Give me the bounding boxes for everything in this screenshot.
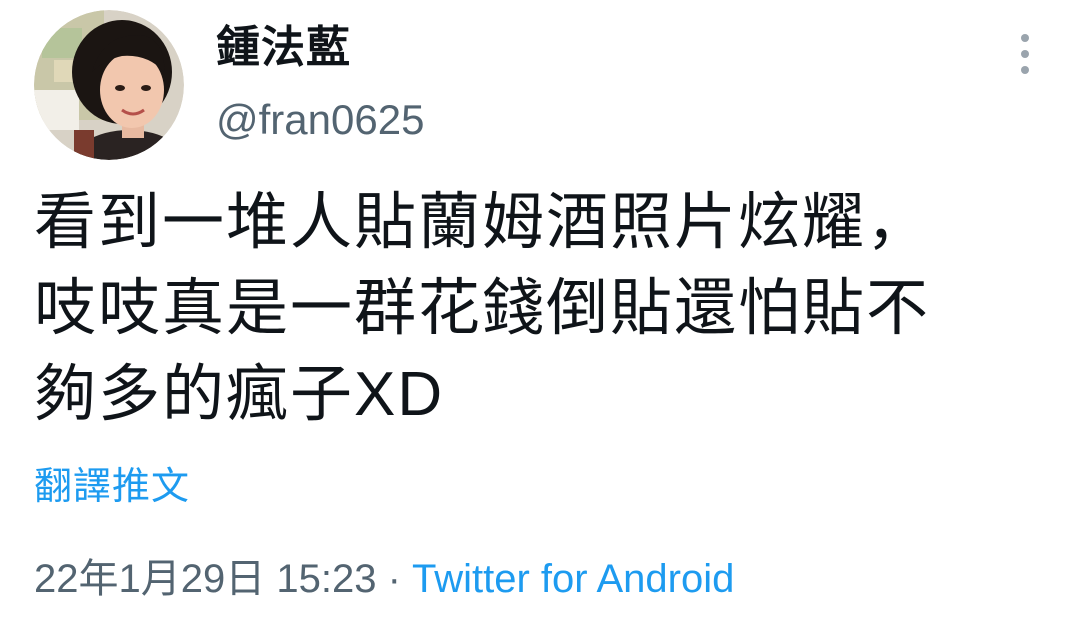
user-handle[interactable]: @fran0625 [216, 92, 424, 148]
tweet-meta: 22年1月29日 15:23 · Twitter for Android [34, 552, 734, 606]
avatar[interactable] [34, 10, 184, 160]
more-vertical-icon [1021, 34, 1029, 74]
translate-tweet-link[interactable]: 翻譯推文 [34, 462, 190, 512]
tweet-source-link[interactable]: Twitter for Android [412, 557, 734, 601]
tweet-timestamp[interactable]: 22年1月29日 15:23 [34, 557, 376, 601]
avatar-image [34, 10, 184, 160]
display-name[interactable]: 鍾法藍 [216, 20, 351, 76]
tweet-text: 看到一堆人貼蘭姆酒照片炫耀， 吱吱真是一群花錢倒貼還怕貼不 夠多的瘋子XD [34, 188, 931, 429]
more-options-button[interactable] [1005, 30, 1045, 78]
meta-separator: · [376, 557, 412, 601]
tweet-card: 鍾法藍 @fran0625 看到一堆人貼蘭姆酒照片炫耀， 吱吱真是一群花錢倒貼還… [0, 0, 1080, 621]
